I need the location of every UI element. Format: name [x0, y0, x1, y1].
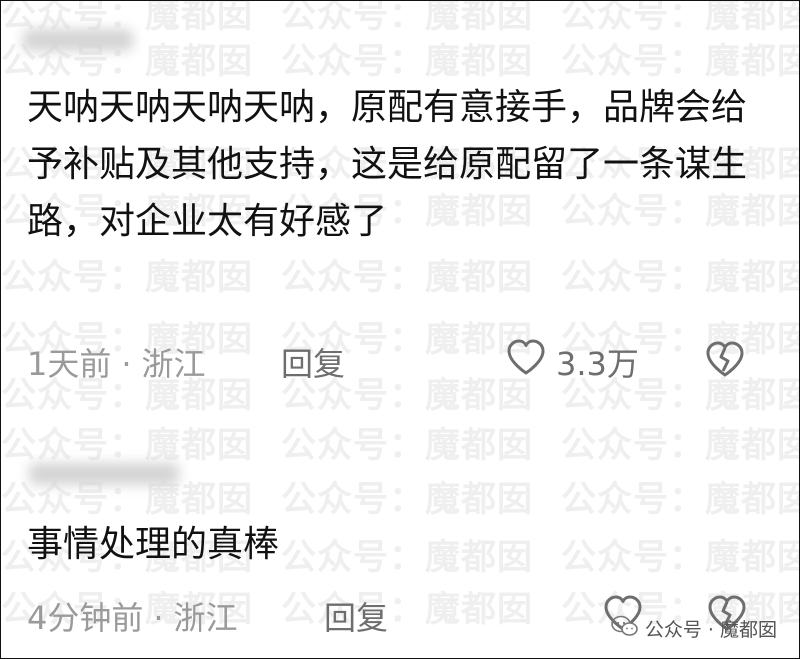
watermark: 公众号：魔都囡	[281, 0, 534, 36]
separator-dot: ·	[153, 599, 164, 637]
watermark: 公众号：魔都囡	[281, 590, 534, 630]
watermark: 公众号：魔都囡	[561, 480, 800, 520]
comment-time: 4分钟前	[27, 599, 144, 637]
comment-text: 事情处理的真棒	[27, 524, 280, 565]
comment-time: 1天前	[27, 345, 112, 383]
comment-location: 浙江	[141, 345, 206, 383]
watermark: 公众号：魔都囡	[281, 480, 534, 520]
reply-button[interactable]: 回复	[324, 593, 388, 639]
watermark: 公众号：魔都囡	[281, 258, 534, 298]
comment-meta: 4分钟前 · 浙江	[27, 593, 238, 639]
broken-heart-icon[interactable]	[704, 341, 746, 383]
heart-outline-icon	[506, 339, 546, 385]
blurred-username	[23, 29, 133, 51]
reply-button[interactable]: 回复	[281, 339, 345, 385]
source-label: 公众号 · 魔都囡	[644, 619, 777, 641]
comment-screenshot: 公众号：魔都囡 公众号：魔都囡 公众号：魔都囡 公众号：魔都囡 公众号：魔都囡 …	[0, 0, 800, 659]
watermark: 公众号：魔都囡	[561, 42, 800, 82]
comment-meta: 1天前 · 浙江	[27, 339, 206, 385]
wechat-icon	[611, 615, 639, 642]
blurred-username	[29, 463, 179, 485]
source-watermark: 公众号 · 魔都囡	[611, 615, 777, 642]
watermark: 公众号：魔都囡	[1, 258, 254, 298]
comment-text: 天呐天呐天呐天呐，原配有意接手，品牌会给予补贴及其他支持，这是给原配留了一条谋生…	[27, 87, 748, 242]
watermark: 公众号：魔都囡	[281, 42, 534, 82]
comment-location: 浙江	[173, 599, 238, 637]
watermark: 公众号：魔都囡	[281, 426, 534, 466]
watermark: 公众号：魔都囡	[561, 258, 800, 298]
watermark: 公众号：魔都囡	[1, 426, 254, 466]
like-button[interactable]: 3.3万	[506, 339, 639, 385]
watermark: 公众号：魔都囡	[561, 0, 800, 36]
like-count: 3.3万	[556, 345, 639, 383]
separator-dot: ·	[121, 345, 132, 383]
watermark: 公众号：魔都囡	[561, 426, 800, 466]
